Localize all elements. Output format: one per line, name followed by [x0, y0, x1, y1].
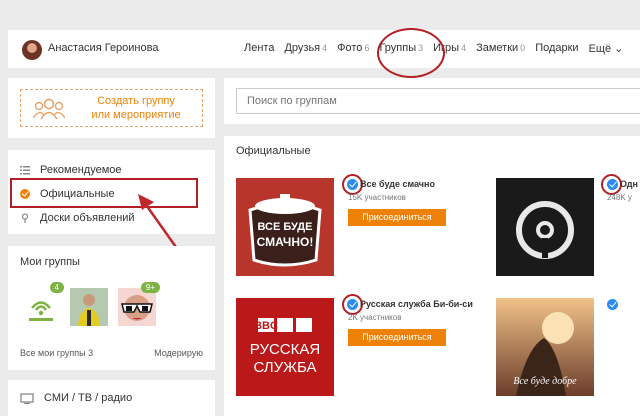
verified-icon — [607, 299, 618, 310]
my-group-thumb-person[interactable] — [70, 288, 108, 326]
bbc-logo-image: BBC РУССКАЯ СЛУЖБА — [236, 298, 334, 396]
section-title: Официальные — [236, 145, 311, 157]
groups-highlight-ellipse — [377, 28, 445, 78]
all-my-groups-link[interactable]: Все мои группы 3 — [20, 348, 93, 358]
person-photo — [70, 288, 108, 326]
top-bar: Анастасия Героинова Лента Друзья 4 Фото 6 … — [8, 30, 640, 68]
unread-badge: 4 — [49, 282, 64, 293]
nav-photos[interactable]: Фото 6 — [337, 42, 369, 55]
group-image-bbc[interactable]: BBC РУССКАЯ СЛУЖБА — [236, 298, 334, 396]
group-image-dobre[interactable]: Все буде добре — [496, 298, 594, 396]
group-members: 15K участников — [348, 193, 406, 202]
tv-icon — [20, 392, 34, 404]
username[interactable]: Анастасия Героинова — [48, 42, 158, 54]
verified-highlight-ring — [601, 174, 622, 195]
nav-friends[interactable]: Друзья 4 — [284, 42, 327, 55]
group-image-smachno[interactable]: ВСЕ БУДЕ СМАЧНО! — [236, 178, 334, 276]
group-icon — [33, 98, 65, 120]
menu-item-label: Доски объявлений — [40, 212, 135, 224]
nav-feed[interactable]: Лента — [244, 42, 274, 55]
pot-logo-image: ВСЕ БУДЕ СМАЧНО! — [236, 178, 334, 276]
my-groups-title[interactable]: Мои группы — [20, 256, 80, 268]
menu-item-label: Рекомендуемое — [40, 164, 122, 176]
my-group-thumb-glasses[interactable]: 9+ — [118, 282, 160, 326]
bbc-line-2: СЛУЖБА — [253, 359, 316, 376]
bbc-letter-b1: BBC — [254, 320, 278, 332]
nav-notes[interactable]: Заметки 0 — [476, 42, 525, 55]
unread-badge: 9+ — [140, 282, 160, 293]
nav-more[interactable]: Ещё ⌄ — [589, 42, 624, 55]
svg-text:Все буде добре: Все буде добре — [513, 376, 577, 387]
chevron-down-icon: ⌄ — [614, 43, 624, 55]
svg-text:СМАЧНО!: СМАЧНО! — [257, 235, 314, 249]
list-icon — [20, 166, 30, 175]
group-members: 2K участников — [348, 313, 402, 322]
bbc-line-1: РУССКАЯ — [250, 341, 320, 358]
create-group-label: Создать группу или мероприятие — [91, 95, 181, 121]
menu-item-boards[interactable]: Доски объявлений — [20, 212, 135, 224]
sunset-photo-image: Все буде добре — [496, 298, 594, 396]
create-group-card: Создать группу или мероприятие — [8, 78, 215, 138]
group-search-input[interactable] — [236, 88, 640, 114]
search-card — [224, 78, 640, 124]
my-groups-card: Мои группы 4 9+ Все мои группы 3 Модерир… — [8, 246, 215, 370]
group-name[interactable]: Русская служба Би-би-си — [360, 299, 473, 309]
sunglasses-photo — [118, 288, 156, 326]
wifi-logo-icon — [22, 288, 60, 326]
category-label: СМИ / ТВ / радио — [44, 392, 133, 404]
moderate-link[interactable]: Модерирую — [154, 348, 203, 358]
svg-text:ВСЕ БУДЕ: ВСЕ БУДЕ — [258, 221, 313, 233]
group-members: 248K у — [607, 193, 632, 202]
avatar[interactable] — [22, 40, 42, 60]
official-groups-section: Официальные ВСЕ БУДЕ СМАЧНО! Все буде см… — [224, 136, 640, 416]
join-button[interactable]: Присоединиться — [348, 209, 446, 226]
group-image-dark[interactable] — [496, 178, 594, 276]
join-button[interactable]: Присоединиться — [348, 329, 446, 346]
category-media[interactable]: СМИ / ТВ / радио — [20, 392, 132, 404]
menu-item-recommended[interactable]: Рекомендуемое — [20, 164, 122, 176]
nav-gifts[interactable]: Подарки — [535, 42, 578, 55]
circle-logo-image — [496, 178, 594, 276]
my-group-thumb-wifiome[interactable]: 4 — [22, 282, 64, 326]
create-group-button[interactable]: Создать группу или мероприятие — [20, 89, 203, 127]
group-name[interactable]: Все буде смачно — [360, 179, 435, 189]
pin-icon — [21, 213, 29, 223]
category-card: СМИ / ТВ / радио — [8, 380, 215, 416]
group-name[interactable]: Одн — [620, 179, 638, 189]
